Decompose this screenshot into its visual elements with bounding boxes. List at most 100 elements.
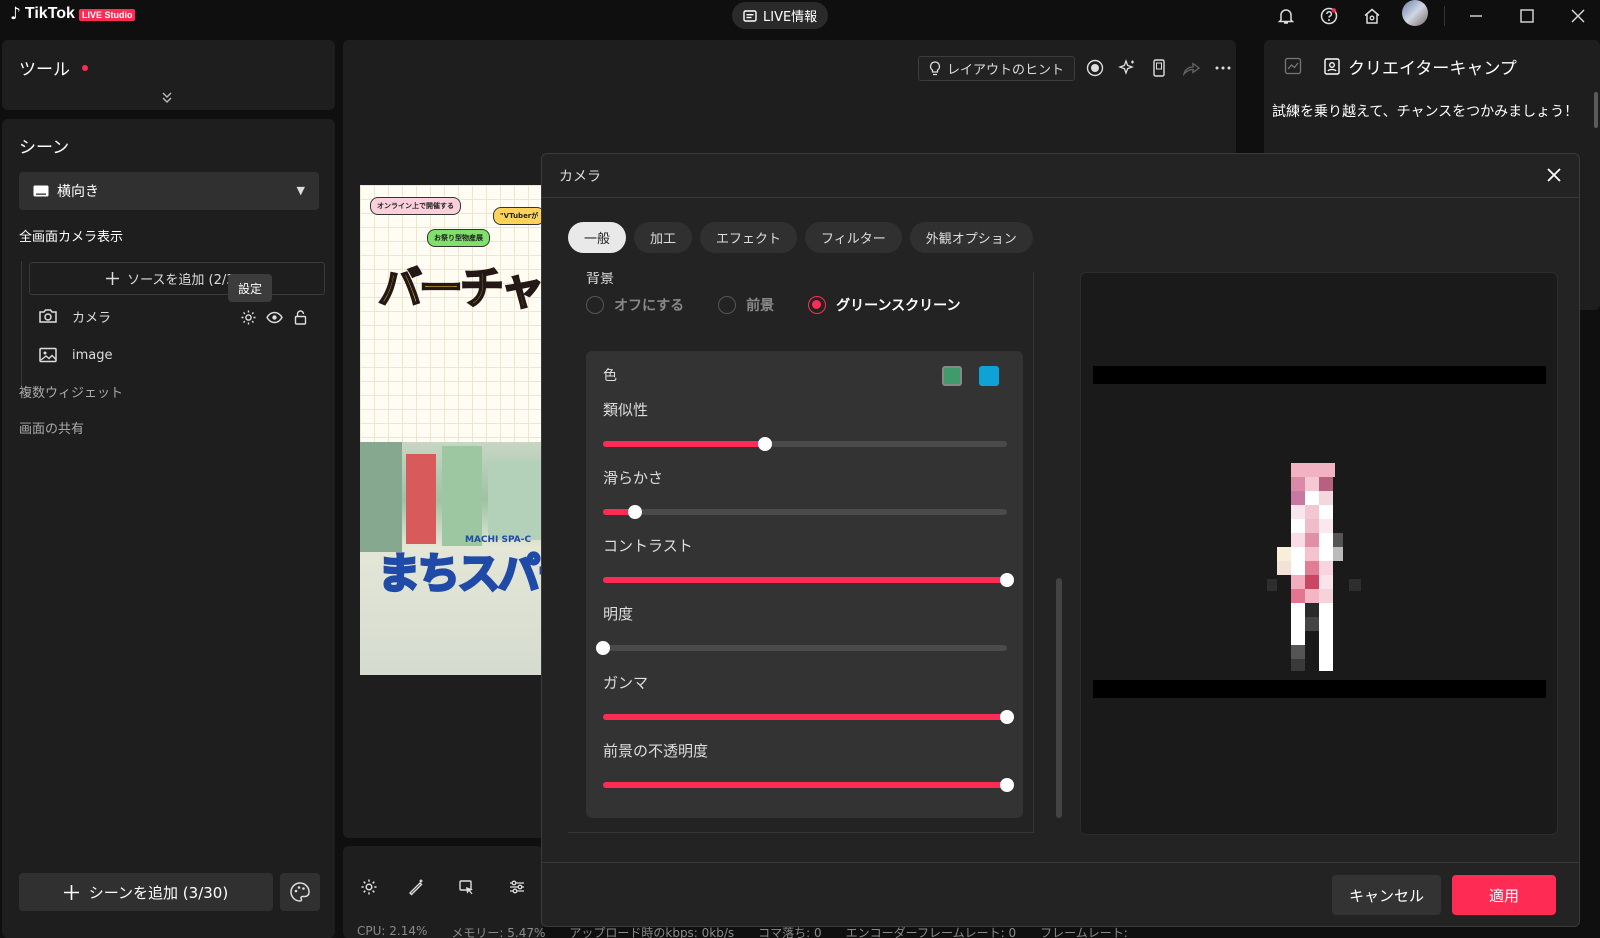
lock-icon[interactable]	[292, 309, 309, 326]
secondary-color-swatch[interactable]	[979, 366, 999, 386]
scene-title: シーン	[19, 138, 70, 158]
add-scene-button[interactable]: シーンを追加 (3/30)	[19, 873, 273, 911]
maximize-icon[interactable]	[1514, 3, 1540, 29]
background-radio-group: オフにする 前景 グリーンスクリーン	[586, 295, 960, 315]
title-bar: ♪ TikTok LIVE Studio LIVE情報	[0, 0, 1600, 32]
help-icon[interactable]	[1316, 3, 1342, 29]
radio-background-off[interactable]: オフにする	[586, 295, 684, 315]
cancel-button[interactable]: キャンセル	[1332, 875, 1441, 915]
slider-knob[interactable]	[757, 437, 772, 451]
stream-canvas-poster[interactable]: オンライン上で開催する "VTuberが お祭り型物産展 バーチャル物産展 MA…	[360, 185, 550, 675]
smoothness-slider[interactable]	[603, 505, 1007, 519]
radio-label: オフにする	[614, 298, 685, 314]
brightness-label: 明度	[603, 605, 634, 623]
letterbox-bar	[1093, 366, 1546, 384]
landscape-icon	[33, 185, 49, 197]
contrast-label: コントラスト	[603, 537, 693, 555]
dropdown-caret-icon: ▼	[296, 184, 305, 197]
poster-bubble: オンライン上で開催する	[370, 197, 461, 215]
similarity-label: 類似性	[603, 401, 649, 419]
slider-knob[interactable]	[628, 505, 643, 519]
scene-panel: シーン 横向き ▼ 全画面カメラ表示 ソースを追加 (2/30) 設定 カメラ …	[2, 119, 335, 938]
record-icon[interactable]	[1083, 56, 1107, 80]
share-arrow-icon[interactable]	[1179, 56, 1203, 80]
dialog-close-icon[interactable]	[1543, 164, 1565, 186]
contrast-slider[interactable]	[603, 573, 1014, 587]
settings-scrollbar[interactable]	[1056, 578, 1062, 818]
apply-button[interactable]: 適用	[1452, 875, 1556, 915]
expand-chevron-icon[interactable]	[162, 92, 172, 104]
theme-palette-button[interactable]	[280, 873, 320, 911]
dialog-tabs: 一般 加工 エフェクト フィルター 外観オプション	[568, 222, 1033, 253]
more-options-icon[interactable]	[1211, 56, 1235, 80]
gamma-label: ガンマ	[603, 674, 649, 692]
live-studio-badge: LIVE Studio	[78, 8, 136, 21]
radio-background-foreground[interactable]: 前景	[718, 295, 774, 315]
screen-capture-icon[interactable]	[455, 875, 479, 899]
portrait-phone-icon[interactable]	[1147, 56, 1171, 80]
chart-icon[interactable]	[1284, 57, 1302, 75]
slider-knob[interactable]	[1000, 778, 1014, 792]
tab-processing[interactable]: 加工	[634, 222, 693, 253]
poster-bubble: お祭り型物産展	[427, 229, 490, 247]
tab-appearance-options[interactable]: 外観オプション	[909, 222, 1033, 253]
source-actions	[240, 309, 309, 326]
sparkle-effects-icon[interactable]	[1115, 56, 1139, 80]
background-label: 背景	[586, 272, 614, 287]
tiktok-note-icon: ♪	[10, 4, 21, 24]
plus-icon	[63, 884, 79, 900]
slider-fill	[603, 714, 1007, 720]
tree-line	[21, 261, 22, 387]
notification-bell-icon[interactable]	[1273, 3, 1299, 29]
fullscreen-camera-section[interactable]: 全画面カメラ表示	[19, 226, 123, 245]
minimize-icon[interactable]	[1463, 3, 1489, 29]
tab-general[interactable]: 一般	[568, 222, 627, 253]
adjustments-sliders-icon[interactable]	[505, 875, 529, 899]
home-icon[interactable]	[1359, 3, 1385, 29]
magic-wand-icon[interactable]	[404, 875, 428, 899]
visibility-eye-icon[interactable]	[266, 309, 283, 326]
poster-headline: バーチャル物産展	[377, 263, 550, 314]
title-bar-divider	[1444, 6, 1445, 26]
camera-subject-pixelated	[1267, 463, 1361, 671]
dialog-header: カメラ	[542, 154, 1579, 198]
source-item-camera[interactable]: カメラ	[38, 303, 111, 329]
slider-fill	[603, 782, 1007, 788]
scene-dropdown[interactable]: 横向き ▼	[19, 172, 319, 210]
add-source-button[interactable]: ソースを追加 (2/30)	[29, 262, 325, 295]
similarity-slider[interactable]	[603, 437, 1007, 451]
tools-panel: ツール	[2, 40, 335, 110]
foreground-opacity-label: 前景の不透明度	[603, 742, 709, 760]
radio-circle	[808, 296, 827, 314]
palette-icon	[290, 882, 310, 902]
camera-settings-dialog: カメラ 一般 加工 エフェクト フィルター 外観オプション 背景 オフにする 前…	[541, 153, 1580, 927]
plus-icon	[106, 272, 120, 285]
radio-background-green-screen[interactable]: グリーンスクリーン	[808, 295, 960, 315]
tools-title: ツール	[19, 60, 70, 80]
settings-gear-icon[interactable]	[357, 875, 381, 899]
screen-share-section[interactable]: 画面の共有	[19, 418, 84, 437]
user-avatar[interactable]	[1402, 0, 1428, 26]
tab-filters[interactable]: フィルター	[805, 222, 902, 253]
creator-camp-message: 試練を乗り越えて、チャンスをつかみましょう！	[1272, 104, 1579, 120]
scene-dropdown-value: 横向き	[57, 184, 99, 200]
tab-effects[interactable]: エフェクト	[700, 222, 798, 253]
slider-knob[interactable]	[1000, 573, 1014, 587]
close-window-icon[interactable]	[1565, 3, 1591, 29]
general-settings-area: 背景 オフにする 前景 グリーンスクリーン 色 類似性 滑らかさ コントラスト …	[568, 272, 1034, 833]
right-panel-scrollbar[interactable]	[1594, 92, 1598, 128]
slider-fill	[603, 441, 765, 447]
radio-circle	[718, 296, 737, 314]
brightness-slider[interactable]	[596, 641, 1007, 655]
live-info-icon	[743, 9, 757, 22]
slider-knob[interactable]	[1000, 710, 1014, 724]
multi-widget-section[interactable]: 複数ウィジェット	[19, 382, 123, 401]
source-item-image[interactable]: image	[38, 342, 113, 368]
live-info-button[interactable]: LIVE情報	[732, 2, 829, 29]
key-color-swatch[interactable]	[942, 366, 962, 386]
foreground-opacity-slider[interactable]	[603, 778, 1014, 792]
slider-knob[interactable]	[596, 641, 610, 655]
settings-gear-icon[interactable]	[240, 309, 257, 326]
gamma-slider[interactable]	[603, 710, 1014, 724]
layout-hint-button[interactable]: レイアウトのヒント	[918, 56, 1076, 81]
